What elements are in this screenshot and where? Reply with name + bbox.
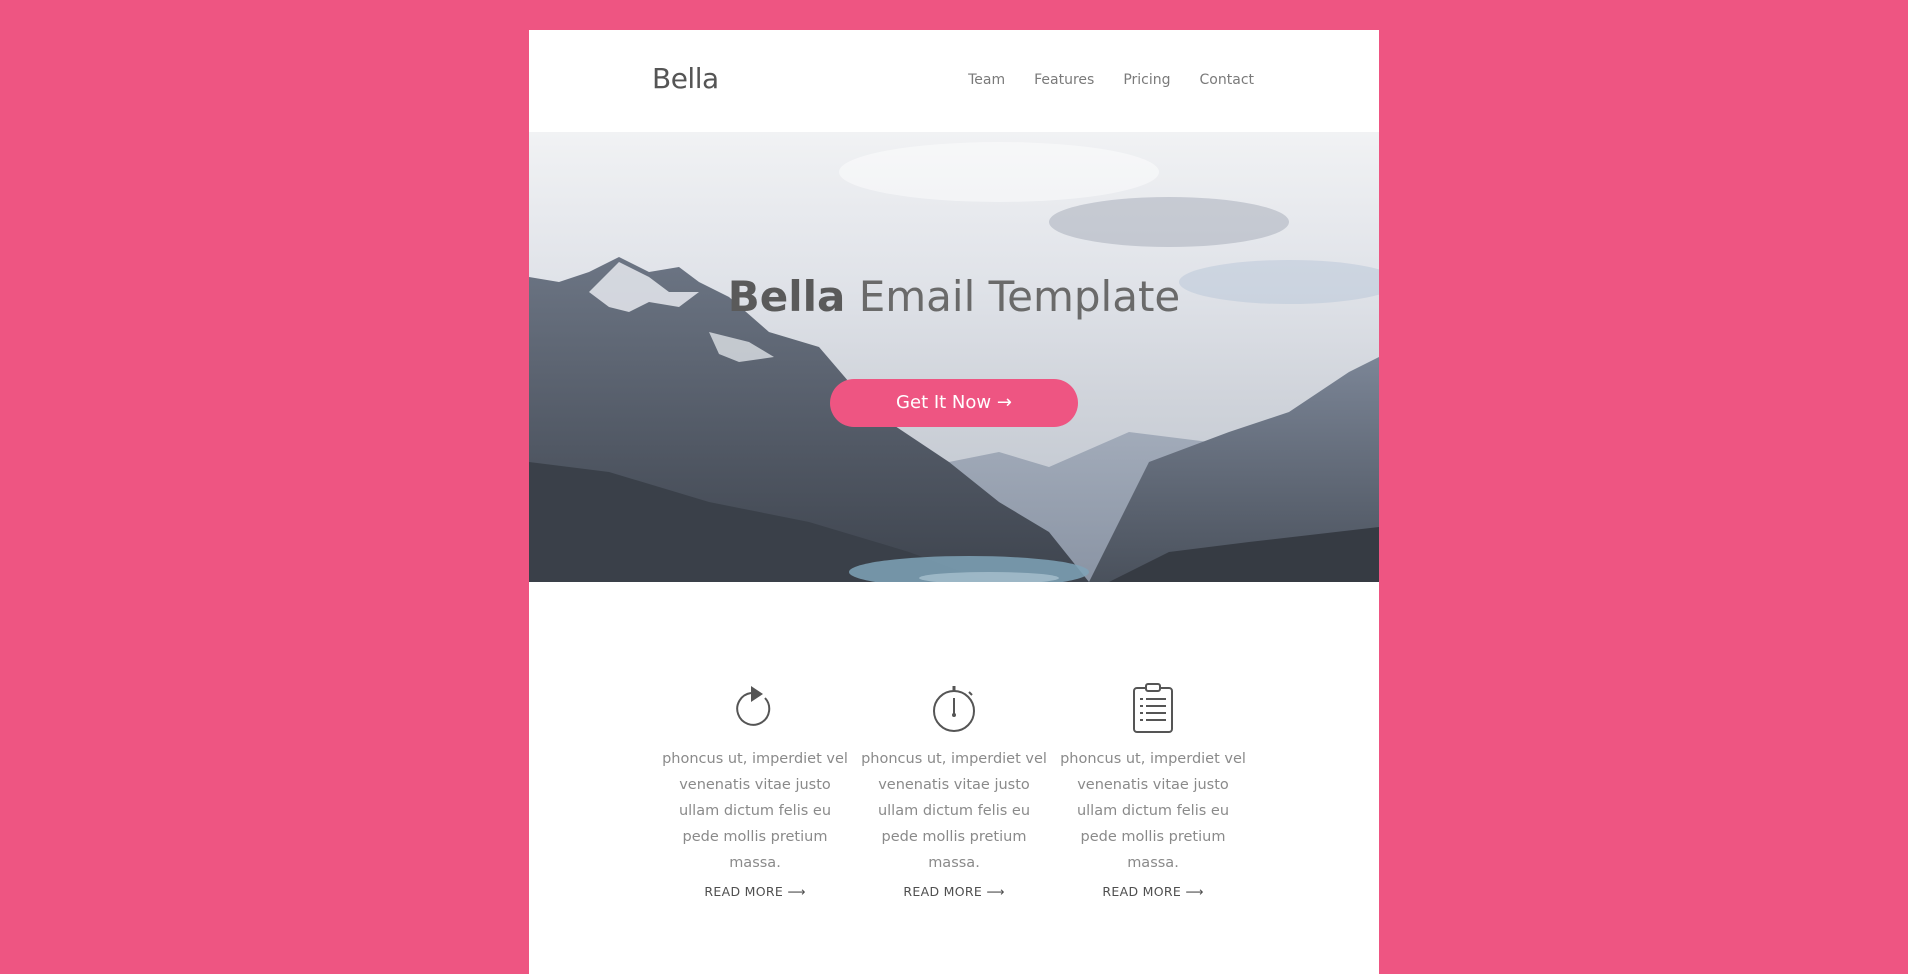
refresh-icon: [736, 686, 771, 726]
nav-item-team[interactable]: Team: [968, 72, 1005, 88]
get-it-now-button[interactable]: Get It Now →: [830, 379, 1078, 427]
read-more-link[interactable]: READ MORE ⟶: [903, 884, 1004, 899]
hero-title-bold: Bella: [727, 272, 846, 321]
feature-description: phoncus ut, imperdiet vel venenatis vita…: [662, 751, 848, 871]
clipboard-icon: [1133, 683, 1173, 733]
email-template: Bella Team Features Pricing Contact Bell…: [529, 30, 1379, 974]
nav-item-pricing[interactable]: Pricing: [1123, 72, 1170, 88]
feature-card: phoncus ut, imperdiet vel venenatis vita…: [1058, 682, 1248, 900]
hero-title: Bella Email Template: [529, 272, 1379, 321]
nav-item-contact[interactable]: Contact: [1200, 72, 1254, 88]
stopwatch-icon: [933, 686, 975, 732]
feature-card: phoncus ut, imperdiet vel venenatis vita…: [660, 682, 850, 900]
read-more-link[interactable]: READ MORE ⟶: [704, 884, 805, 899]
hero-banner: Bella Email Template Get It Now →: [529, 132, 1379, 582]
features-section: phoncus ut, imperdiet vel venenatis vita…: [529, 582, 1379, 974]
feature-description: phoncus ut, imperdiet vel venenatis vita…: [1060, 751, 1246, 871]
read-more-link[interactable]: READ MORE ⟶: [1102, 884, 1203, 899]
header: Bella Team Features Pricing Contact: [529, 30, 1379, 132]
feature-card: phoncus ut, imperdiet vel venenatis vita…: [859, 682, 1049, 900]
hero-title-light: Email Template: [858, 272, 1181, 321]
nav-item-features[interactable]: Features: [1034, 72, 1094, 88]
mountain-landscape-image: [529, 132, 1379, 582]
feature-description: phoncus ut, imperdiet vel venenatis vita…: [861, 751, 1047, 871]
top-nav: Team Features Pricing Contact: [968, 72, 1254, 88]
logo[interactable]: Bella: [652, 62, 719, 95]
